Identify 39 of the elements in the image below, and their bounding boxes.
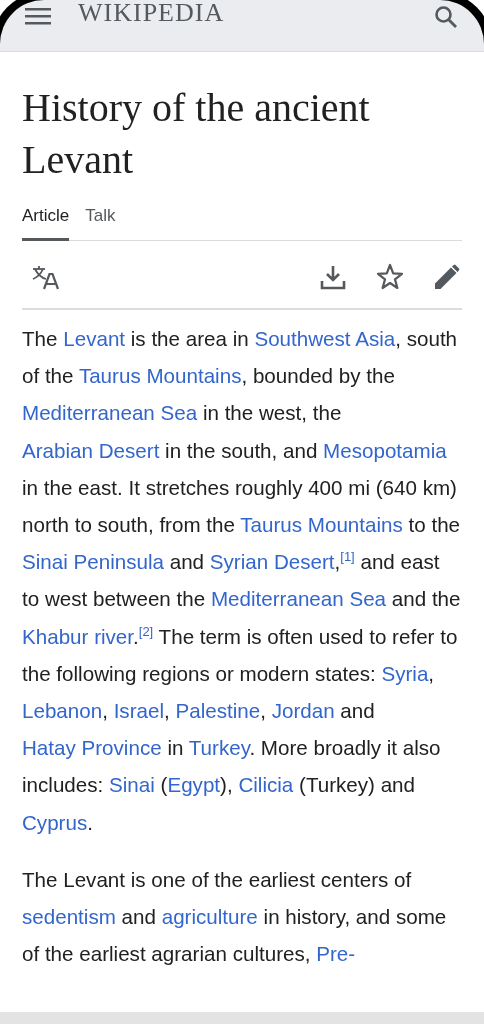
link[interactable]: Israel [113, 699, 164, 723]
link[interactable]: Pre- [316, 942, 356, 966]
link[interactable]: sedentism [22, 905, 116, 929]
link[interactable]: Egypt [167, 773, 221, 797]
language-icon[interactable] [30, 263, 60, 290]
link[interactable]: Taurus Mountains [240, 513, 403, 536]
link[interactable]: Southwest Asia [254, 327, 396, 350]
link[interactable]: Hatay Province [22, 736, 162, 760]
paragraph: The Levant is one of the earliest centers of sedentism and agriculture in history, and some of the earliest agrarian cultures, Pre- [22, 866, 448, 968]
search-icon[interactable] [434, 5, 458, 29]
link[interactable]: Mesopotamia [323, 438, 447, 462]
link[interactable]: Cilicia [238, 773, 294, 797]
wikipedia-logo[interactable]: WIKIPEDIA [78, 0, 225, 28]
link[interactable]: Lebanon [22, 699, 103, 723]
pencil-icon[interactable] [434, 263, 460, 290]
link[interactable]: Mediterranean Sea [22, 401, 198, 425]
link[interactable]: Sinai [109, 773, 155, 797]
link[interactable]: Cyprus [22, 810, 88, 834]
link[interactable]: Palestine [175, 699, 261, 723]
link[interactable]: agriculture [161, 905, 258, 929]
link[interactable]: Jordan [271, 699, 335, 723]
paragraph: The Levant is the area in Southwest Asia, south of the Taurus Mountains, bounded by the Mediterranean Sea in the west, the Arabian Desert in the south, and Mesopotamia in the east. It stretches roughly 400 mi (640 km) north to south, from the Taurus Mountains to the Sinai Peninsula and Syrian Desert,$^{[1]}$ and east to west between the Mediterranean Sea and the Khabur river.$^{[2]}$ The term is often used to refer to the following regions or modern states: Syria, Lebanon, Israel, Palestine, Jordan and Hatay Province in Turkey. More broadly it also includes: Sinai (Egypt), Cilicia (Turkey) and Cyprus. [22, 326, 462, 836]
link[interactable]: Turkey [188, 736, 250, 760]
tab[interactable]: Article [22, 206, 70, 241]
link[interactable]: Syria [381, 661, 429, 685]
reference-link[interactable]: [2] [138, 623, 154, 639]
link[interactable]: Syrian Desert [209, 550, 335, 574]
link[interactable]: Khabur river [22, 624, 134, 648]
link[interactable]: Taurus Mountains [78, 364, 242, 388]
tab[interactable]: Talk [85, 206, 116, 241]
link[interactable]: Arabian Desert [22, 438, 160, 462]
link[interactable]: Mediterranean Sea [210, 587, 387, 611]
reference-link[interactable]: [1] [340, 549, 355, 565]
star-icon[interactable] [376, 263, 404, 290]
link[interactable]: Sinai Peninsula [22, 550, 164, 574]
link[interactable]: Levant [63, 327, 126, 350]
menu-icon[interactable] [25, 7, 51, 25]
page-title: History of the ancient Levant [22, 84, 371, 184]
download-icon[interactable] [320, 263, 346, 290]
